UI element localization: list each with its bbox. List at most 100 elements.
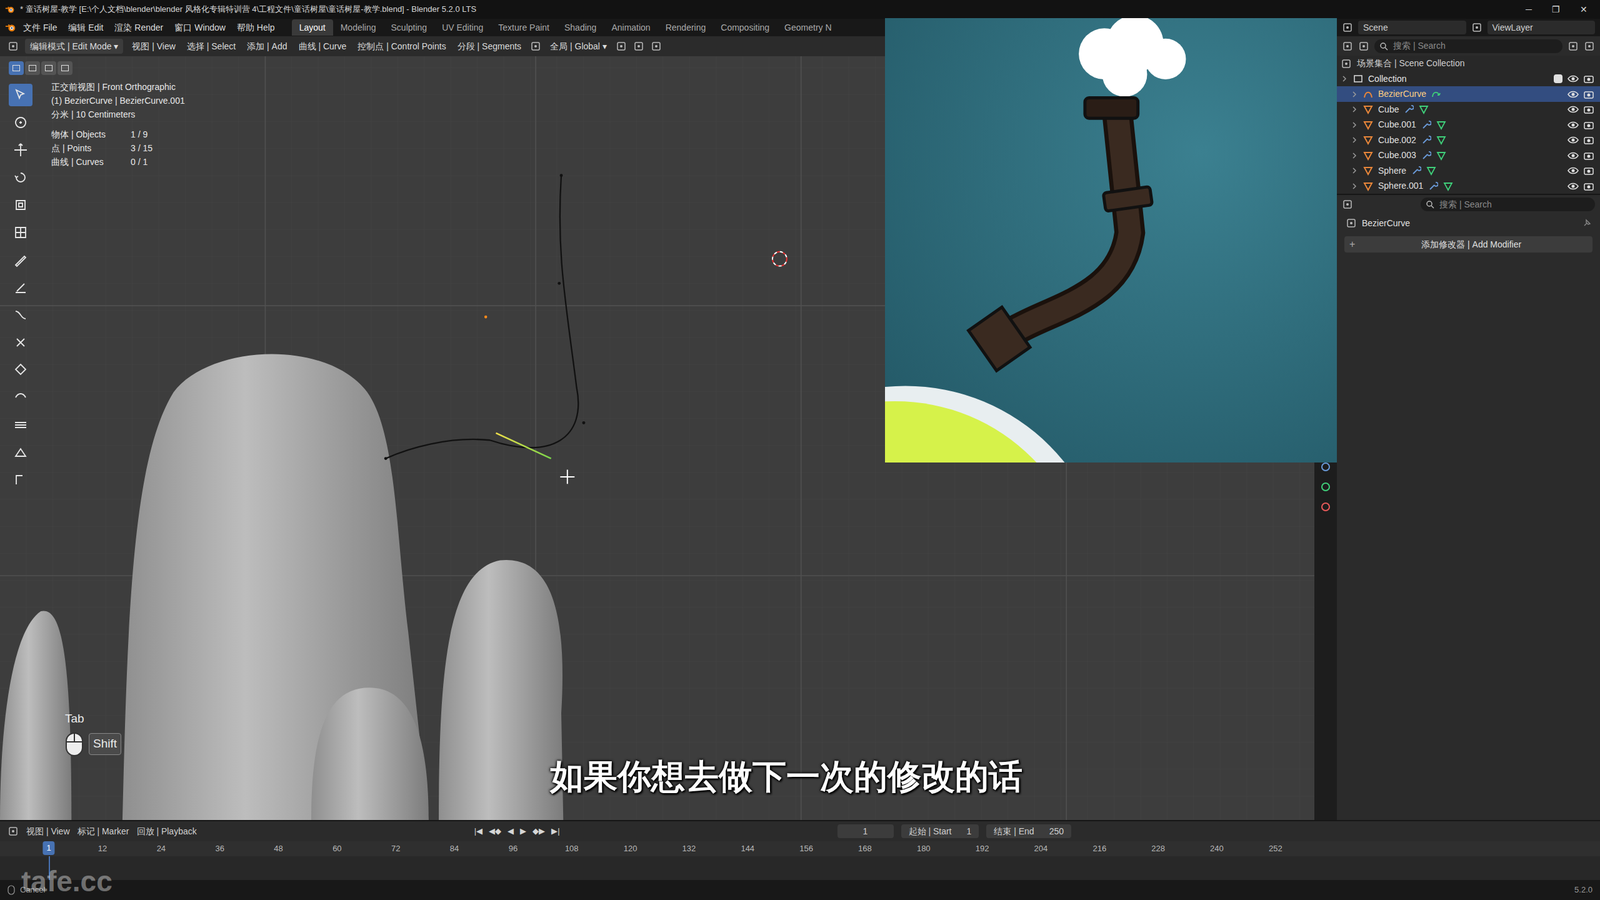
- tool-button[interactable]: [8, 441, 33, 464]
- camera-icon[interactable]: [1583, 181, 1594, 191]
- window-control-button[interactable]: ❐: [1551, 3, 1560, 17]
- viewport-menu-item[interactable]: 添加 | Add: [244, 40, 290, 54]
- expand-icon[interactable]: [1350, 182, 1359, 190]
- camera-icon[interactable]: [1583, 74, 1594, 84]
- add-modifier-button[interactable]: +添加修改器 | Add Modifier: [1344, 236, 1593, 253]
- current-frame-field[interactable]: 1: [837, 824, 894, 839]
- camera-icon[interactable]: [1583, 90, 1594, 99]
- collection-row[interactable]: Collection: [1336, 71, 1600, 87]
- mesh-data-icon[interactable]: [1436, 120, 1447, 130]
- select-mode-button[interactable]: [41, 61, 57, 75]
- scene-icon[interactable]: [1341, 21, 1354, 34]
- timeline-ruler[interactable]: 1224364860728496108120132144156168180192…: [0, 841, 1600, 857]
- camera-icon[interactable]: [1583, 151, 1594, 160]
- eye-icon[interactable]: [1567, 90, 1579, 99]
- eye-icon[interactable]: [1567, 105, 1579, 114]
- expand-icon[interactable]: [1340, 75, 1349, 83]
- workspace-tab[interactable]: Texture Paint: [490, 19, 557, 36]
- tool-button[interactable]: [8, 138, 33, 162]
- end-frame-field[interactable]: 结束 | End250: [986, 824, 1072, 839]
- display-mode-icon[interactable]: [1358, 40, 1370, 52]
- modifier-tab-icon[interactable]: [1345, 217, 1357, 229]
- transport-button[interactable]: ◆▶: [532, 825, 545, 838]
- tool-button[interactable]: [8, 276, 33, 299]
- select-mode-button[interactable]: [25, 61, 40, 75]
- mesh-data-icon[interactable]: [1426, 165, 1437, 176]
- viewport-menu-item[interactable]: 控制点 | Control Points: [355, 40, 449, 54]
- blender-logo-icon[interactable]: [5, 4, 15, 15]
- eye-icon[interactable]: [1567, 74, 1579, 84]
- expand-icon[interactable]: [1350, 136, 1359, 144]
- menu-item[interactable]: 窗口 Window: [170, 21, 230, 35]
- tool-button[interactable]: [8, 386, 33, 409]
- wrench-icon[interactable]: [1403, 104, 1414, 115]
- view-layer-icon[interactable]: [1471, 21, 1483, 34]
- window-control-button[interactable]: ✕: [1580, 3, 1588, 17]
- viewport-menu-item[interactable]: 视图 | View: [129, 40, 179, 54]
- select-mode-button[interactable]: [57, 61, 73, 75]
- tool-button[interactable]: [8, 303, 33, 327]
- workspace-tab[interactable]: UV Editing: [434, 19, 491, 36]
- transport-button[interactable]: ▶|: [551, 825, 560, 838]
- select-mode-button[interactable]: [8, 61, 24, 75]
- outliner-row[interactable]: Cube.002: [1336, 132, 1600, 149]
- viewport-menu-item[interactable]: 曲线 | Curve: [296, 40, 350, 54]
- editor-type-icon[interactable]: [7, 40, 19, 52]
- scene-collection-icon[interactable]: [1340, 58, 1352, 70]
- camera-icon[interactable]: [1583, 105, 1594, 114]
- playhead[interactable]: 1: [42, 841, 55, 855]
- outliner-row[interactable]: Cube: [1336, 101, 1600, 118]
- workspace-tab[interactable]: Shading: [556, 19, 604, 36]
- tool-button[interactable]: [8, 331, 33, 354]
- transport-button[interactable]: |◀: [474, 825, 483, 838]
- mesh-data-icon[interactable]: [1436, 150, 1447, 161]
- outliner-search[interactable]: 搜索 | Search: [1374, 39, 1563, 54]
- eye-icon[interactable]: [1567, 166, 1579, 175]
- mesh-data-icon[interactable]: [1418, 104, 1429, 115]
- camera-icon[interactable]: [1583, 166, 1594, 175]
- outliner-row[interactable]: BezierCurve: [1336, 86, 1600, 102]
- tool-button[interactable]: [8, 111, 33, 134]
- outliner-root-row[interactable]: 场景集合 | Scene Collection: [1336, 55, 1600, 72]
- menu-item[interactable]: 编辑 Edit: [63, 21, 108, 35]
- transport-button[interactable]: ▶: [520, 825, 527, 838]
- reference-image[interactable]: [885, 18, 1337, 463]
- workspace-tab[interactable]: Modeling: [333, 19, 384, 36]
- wrench-icon[interactable]: [1421, 135, 1432, 145]
- wrench-icon[interactable]: [1411, 165, 1422, 176]
- tool-button[interactable]: [8, 193, 33, 217]
- tool-button[interactable]: [8, 221, 33, 244]
- collection-checkbox[interactable]: [1553, 74, 1563, 84]
- properties-tab-icon[interactable]: [1320, 501, 1332, 513]
- expand-icon[interactable]: [1350, 151, 1359, 160]
- mode-dropdown[interactable]: 编辑模式 | Edit Mode ▾: [25, 38, 124, 54]
- timeline-menu-item[interactable]: 标记 | Marker: [77, 825, 130, 839]
- pivot-icon[interactable]: [615, 40, 627, 52]
- workspace-tab[interactable]: Compositing: [713, 19, 777, 36]
- eye-icon[interactable]: [1567, 151, 1579, 160]
- tool-button[interactable]: [8, 166, 33, 189]
- bezier-curve[interactable]: [384, 173, 586, 460]
- menu-item[interactable]: 帮助 Help: [232, 21, 280, 35]
- tool-button[interactable]: [8, 468, 33, 492]
- scene-field[interactable]: Scene: [1358, 20, 1467, 35]
- expand-icon[interactable]: [1350, 166, 1359, 175]
- outliner-row[interactable]: Cube.003: [1336, 147, 1600, 164]
- properties-tab-icon[interactable]: [1320, 461, 1332, 473]
- transport-button[interactable]: ◀◆: [488, 825, 502, 838]
- pin-icon[interactable]: [1582, 218, 1592, 228]
- outliner-row[interactable]: Sphere.001: [1336, 178, 1600, 195]
- timeline-type-icon[interactable]: [7, 825, 19, 837]
- workspace-tab[interactable]: Animation: [603, 19, 658, 36]
- start-frame-field[interactable]: 起始 | Start1: [901, 824, 980, 839]
- expand-icon[interactable]: [1350, 105, 1359, 114]
- filter-icon[interactable]: [1567, 40, 1579, 52]
- 3d-cursor-icon[interactable]: [772, 251, 787, 267]
- mesh-data-icon[interactable]: [1436, 135, 1447, 145]
- timeline-track[interactable]: [0, 856, 1600, 880]
- camera-icon[interactable]: [1583, 135, 1594, 145]
- eye-icon[interactable]: [1567, 135, 1579, 145]
- eye-icon[interactable]: [1567, 181, 1579, 191]
- timeline-menu-item[interactable]: 视图 | View: [26, 825, 70, 839]
- mesh-data-icon[interactable]: [1443, 181, 1454, 192]
